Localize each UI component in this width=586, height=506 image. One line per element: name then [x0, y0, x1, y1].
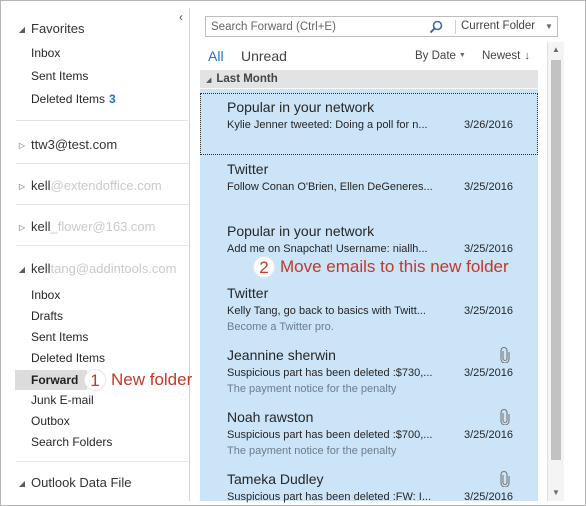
favorite-item-sent-items[interactable]: Sent Items	[8, 66, 88, 86]
account-ttw3[interactable]: ▷ ttw3@test.com	[8, 135, 117, 155]
folder-outbox[interactable]: Outbox	[8, 411, 70, 431]
collapsed-caret-icon: ▷	[18, 222, 26, 232]
filter-all-tab[interactable]: All	[208, 48, 224, 64]
filter-unread-tab[interactable]: Unread	[241, 48, 287, 64]
folder-junk-email[interactable]: Junk E-mail	[8, 390, 94, 410]
message-item[interactable]: Twitter Follow Conan O'Brien, Ellen DeGen…	[200, 155, 538, 217]
divider	[16, 120, 188, 121]
folder-search-folders[interactable]: Search Folders	[8, 432, 112, 452]
message-subject: Kelly Tang, go back to basics with Twitt…	[227, 305, 426, 317]
folder-pane: ‹ ◢ Favorites Inbox Sent Items Deleted It…	[8, 8, 190, 501]
message-date: 3/25/2016	[464, 305, 513, 317]
message-date: 3/26/2016	[464, 119, 513, 131]
annotation-new-folder: New folder	[111, 370, 193, 389]
divider	[16, 461, 188, 462]
message-date: 3/25/2016	[464, 367, 513, 379]
sort-by-dropdown[interactable]: By Date ▼	[415, 50, 466, 62]
message-item[interactable]: Popular in your network Kylie Jenner twee…	[200, 93, 538, 155]
outlook-data-file[interactable]: ◢ Outlook Data File	[8, 473, 132, 493]
message-subject: Suspicious part has been deleted :FW: I.…	[227, 491, 432, 503]
message-sender: Noah rawston	[227, 409, 314, 425]
sort-order-toggle[interactable]: Newest ↓	[482, 50, 530, 62]
chevron-down-icon: ▼	[458, 52, 466, 60]
message-subject: Kylie Jenner tweeted: Doing a poll for n…	[227, 119, 428, 131]
favorite-item-inbox[interactable]: Inbox	[8, 43, 60, 63]
favorites-header[interactable]: ◢ Favorites	[8, 19, 85, 39]
arrow-down-icon: ↓	[524, 50, 530, 62]
message-subject: Suspicious part has been deleted :$700,.…	[227, 429, 433, 441]
message-subject: Suspicious part has been deleted :$730,.…	[227, 367, 433, 379]
divider	[455, 20, 456, 34]
vertical-scrollbar[interactable]: ▲ ▼	[547, 42, 564, 501]
message-date: 3/25/2016	[464, 491, 513, 503]
search-input[interactable]	[211, 18, 423, 35]
unread-count-badge: 3	[109, 92, 116, 106]
expanded-caret-icon: ◢	[18, 264, 26, 274]
annotation-move-emails: Move emails to this new folder	[280, 257, 509, 276]
paperclip-icon	[500, 409, 510, 425]
group-header[interactable]: ◢ Last Month	[200, 70, 538, 88]
collapse-pane-button[interactable]: ‹	[174, 10, 188, 24]
collapsed-caret-icon: ▷	[18, 181, 26, 191]
scroll-up-icon[interactable]: ▲	[548, 42, 564, 58]
search-scope-dropdown[interactable]: Current Folder	[461, 17, 535, 36]
divider	[16, 163, 188, 164]
search-icon[interactable]	[428, 19, 444, 35]
paperclip-icon	[500, 347, 510, 363]
message-sender: Tameka Dudley	[227, 471, 324, 487]
scrollbar-thumb[interactable]	[551, 60, 561, 460]
account-kell-extendoffice[interactable]: ▷ kell@extendoffice.com	[8, 176, 162, 196]
message-item[interactable]: Jeannine sherwin Suspicious part has been…	[200, 341, 538, 403]
message-item[interactable]: Noah rawston Suspicious part has been del…	[200, 403, 538, 465]
message-sender: Twitter	[227, 285, 269, 301]
folder-inbox[interactable]: Inbox	[8, 285, 60, 305]
divider	[16, 245, 188, 246]
chevron-down-icon[interactable]: ▼	[545, 17, 553, 36]
message-subject: Add me on Snapchat! Username: niallh...	[227, 243, 428, 255]
message-preview: Become a Twitter pro.	[227, 321, 334, 333]
message-item[interactable]: Twitter Kelly Tang, go back to basics wit…	[200, 279, 538, 341]
message-sender: Popular in your network	[227, 223, 375, 239]
message-preview: The payment notice for the penalty	[227, 445, 397, 457]
account-kell-addintools[interactable]: ◢ kelltang@addintools.com	[8, 259, 177, 279]
expanded-caret-icon: ◢	[18, 478, 26, 488]
scroll-down-icon[interactable]: ▼	[548, 485, 564, 501]
outlook-window: ‹ ◢ Favorites Inbox Sent Items Deleted It…	[0, 0, 586, 506]
message-sender: Jeannine sherwin	[227, 347, 336, 363]
message-date: 3/25/2016	[464, 243, 513, 255]
message-date: 3/25/2016	[464, 181, 513, 193]
expanded-caret-icon: ◢	[206, 77, 212, 84]
message-date: 3/25/2016	[464, 429, 513, 441]
account-kell-163[interactable]: ▷ kell_flower@163.com	[8, 217, 156, 237]
message-preview: The payment notice for the penalty	[227, 383, 397, 395]
divider	[16, 204, 188, 205]
folder-sent-items[interactable]: Sent Items	[8, 327, 88, 347]
message-list-pane: Current Folder ▼ All Unread By Date▼ New…	[191, 8, 580, 503]
favorite-item-deleted-items[interactable]: Deleted Items 3	[8, 89, 116, 109]
paperclip-icon	[500, 471, 510, 487]
folder-drafts[interactable]: Drafts	[8, 306, 63, 326]
collapsed-caret-icon: ▷	[18, 140, 26, 150]
message-sender: Popular in your network	[227, 99, 375, 115]
message-subject: Follow Conan O'Brien, Ellen DeGeneres...	[227, 181, 433, 193]
folder-forward-selected[interactable]: Forward	[15, 370, 87, 390]
message-sender: Twitter	[227, 161, 269, 177]
annotation-number-one: 1	[84, 369, 106, 391]
annotation-number-two: 2	[253, 256, 275, 278]
folder-deleted-items[interactable]: Deleted Items	[8, 348, 105, 368]
expanded-caret-icon: ◢	[18, 24, 26, 34]
search-bar: Current Folder ▼	[205, 16, 558, 37]
message-item[interactable]: Tameka Dudley Suspicious part has been de…	[200, 465, 538, 506]
